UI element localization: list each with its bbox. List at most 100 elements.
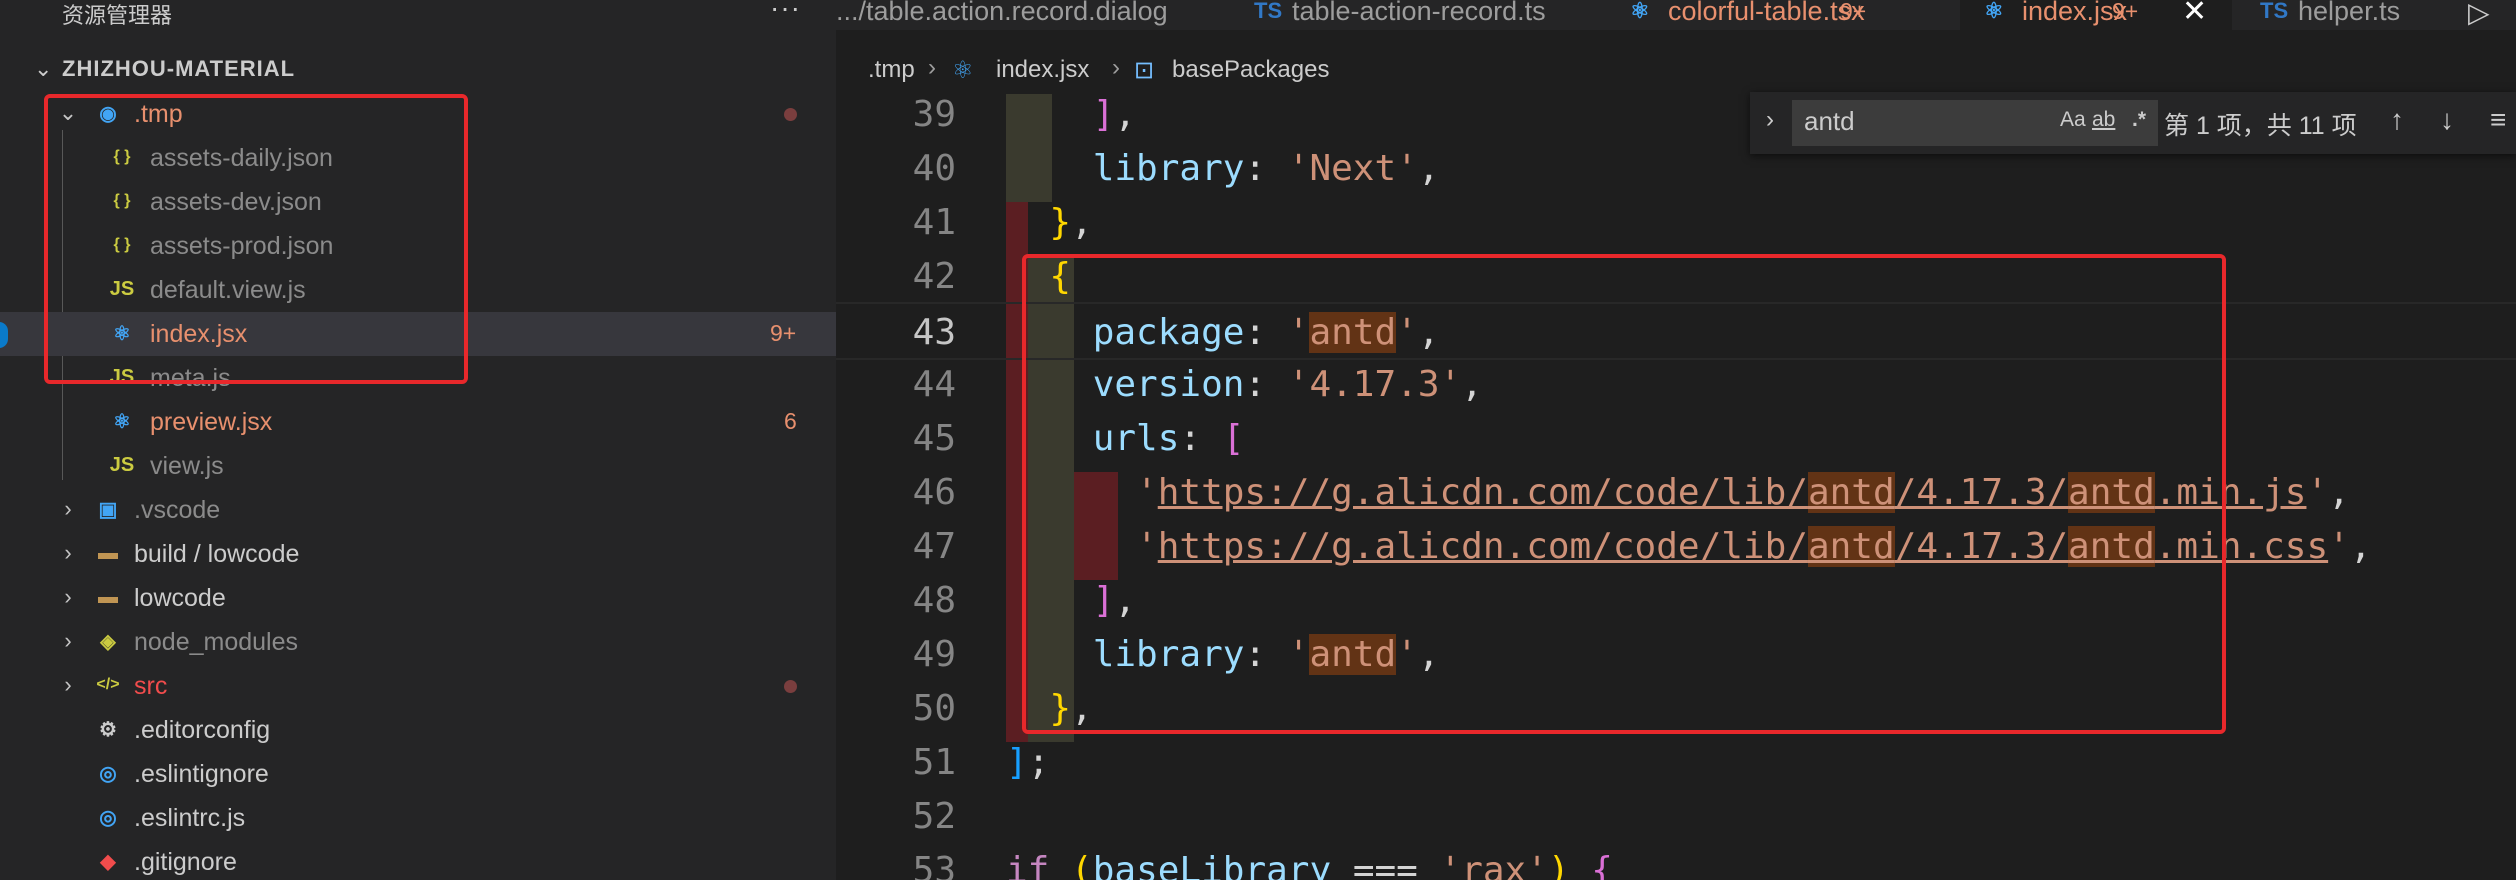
tree-item-label: .vscode <box>134 496 221 524</box>
react-icon: ⚛ <box>113 410 131 433</box>
tree-item-label: .gitignore <box>134 848 237 876</box>
tree-item-label: .eslintrc.js <box>134 804 246 832</box>
typescript-icon: TS <box>1254 0 1283 23</box>
match-count: 第 1 项，共 11 项 <box>2164 112 2357 140</box>
line-number: 49 <box>912 634 956 675</box>
explorer-sidebar: 资源管理器 ··· ⌄ ZHIZHOU-MATERIAL ⌄ ◉ .tmp{ } as… <box>0 0 836 880</box>
breadcrumb-separator: › <box>928 54 936 81</box>
next-match-icon[interactable]: ↓ <box>2440 104 2454 136</box>
code-line[interactable]: 53 if (baseLibrary === 'rax') { <box>836 842 2516 880</box>
breadcrumb-folder[interactable]: .tmp <box>868 56 915 84</box>
tree-item[interactable]: ◎ .eslintignore <box>0 752 836 796</box>
tab-bar: .../table.action.record.dialog TS table-ac… <box>836 0 2516 30</box>
find-menu-icon[interactable]: ≡ <box>2490 104 2506 136</box>
chevron-right-icon: › <box>64 672 72 697</box>
tree-item[interactable]: › </> src <box>0 664 836 708</box>
tab-label: .../table.action.record.dialog <box>836 0 1168 26</box>
breadcrumb-file[interactable]: index.jsx <box>996 56 1089 84</box>
tree-item[interactable]: ⚛ preview.jsx 6 <box>0 400 836 444</box>
code-line[interactable]: 41 }, <box>836 194 2516 248</box>
more-actions-icon[interactable]: ··· <box>770 0 801 24</box>
react-icon: ⚛ <box>1984 0 2004 23</box>
breadcrumb-symbol[interactable]: basePackages <box>1172 56 1329 84</box>
code-text: }, <box>1049 202 1093 243</box>
tree-item-label: lowcode <box>134 584 226 612</box>
typescript-icon: TS <box>2260 0 2289 23</box>
whole-word-toggle[interactable]: ab <box>2092 108 2115 132</box>
folder-icon: ▬ <box>98 541 118 564</box>
tree-item[interactable]: JS view.js <box>0 444 836 488</box>
react-icon: ⚛ <box>952 57 974 84</box>
highlight-box-tmp-folder <box>44 94 468 384</box>
explorer-header: 资源管理器 ··· <box>0 0 836 30</box>
tree-item-label: .editorconfig <box>134 716 271 744</box>
editor-tab[interactable]: .../table.action.record.dialog <box>836 0 1226 30</box>
explorer-title: 资源管理器 <box>62 3 173 28</box>
modified-dot <box>784 108 797 121</box>
tree-item[interactable]: ⚙ .editorconfig <box>0 708 836 752</box>
highlight-box-antd-package <box>1022 254 2226 734</box>
toggle-replace-icon[interactable]: › <box>1766 106 1774 134</box>
editor-tab[interactable]: TS table-action-record.ts <box>1230 0 1602 30</box>
editor-tab[interactable]: TS helper.ts <box>2236 0 2446 30</box>
code-line[interactable]: 52 <box>836 788 2516 842</box>
code-text: ], <box>1092 94 1137 135</box>
tree-item-label: build / lowcode <box>134 540 300 568</box>
code-text: library: 'Next', <box>1092 148 1440 189</box>
line-number: 41 <box>912 202 956 243</box>
js-icon: JS <box>109 453 135 476</box>
tree-item-label: view.js <box>150 452 224 480</box>
previous-match-icon[interactable]: ↑ <box>2390 104 2404 136</box>
tab-label: colorful-table.tsx <box>1668 0 1865 26</box>
line-number: 53 <box>912 850 956 880</box>
line-number: 44 <box>912 364 956 405</box>
tree-item[interactable]: › ▬ build / lowcode <box>0 532 836 576</box>
problem-count-badge: 9+ <box>770 320 797 346</box>
line-number: 40 <box>912 148 956 189</box>
tree-item[interactable]: › ◈ node_modules <box>0 620 836 664</box>
workspace-root[interactable]: ⌄ ZHIZHOU-MATERIAL <box>0 52 836 88</box>
tab-label: helper.ts <box>2298 0 2401 26</box>
modified-dot <box>784 680 797 693</box>
line-number: 50 <box>912 688 956 729</box>
tab-problem-badge: 9+ <box>2112 0 2139 24</box>
run-icon[interactable]: ▷ <box>2468 0 2490 29</box>
editor-tab[interactable]: ⚛ index.jsx 9+ ✕ <box>1960 0 2232 30</box>
workspace-root-label: ZHIZHOU-MATERIAL <box>62 56 296 81</box>
editor-tab[interactable]: ⚛ colorful-table.tsx 9+ <box>1606 0 1956 30</box>
breadcrumb-separator: › <box>1112 54 1120 81</box>
tree-item-label: node_modules <box>134 628 299 656</box>
tree-item[interactable]: › ▣ .vscode <box>0 488 836 532</box>
code-text: if (baseLibrary === 'rax') { <box>1006 850 1613 880</box>
chevron-right-icon: › <box>64 496 72 521</box>
tree-item-label: .eslintignore <box>134 760 269 788</box>
tree-item[interactable]: › ▬ lowcode <box>0 576 836 620</box>
code-text: ]; <box>1006 742 1050 783</box>
chevron-right-icon: › <box>64 540 72 565</box>
editor-area: .../table.action.record.dialog TS table-ac… <box>836 0 2516 880</box>
chevron-right-icon: › <box>64 584 72 609</box>
close-tab-icon[interactable]: ✕ <box>2182 0 2207 29</box>
tab-problem-badge: 9+ <box>1840 0 1867 24</box>
line-number: 43 <box>912 312 956 353</box>
problem-count-badge: 6 <box>784 408 797 434</box>
line-number: 39 <box>912 94 956 135</box>
find-query[interactable]: antd <box>1804 106 1855 137</box>
git-icon: ◆ <box>100 850 116 873</box>
code-line[interactable]: 51]; <box>836 734 2516 788</box>
folder-node-icon: ◈ <box>100 630 116 653</box>
line-number: 47 <box>912 526 956 567</box>
folder-icon: ▬ <box>98 585 118 608</box>
tree-item[interactable]: ◎ .eslintrc.js <box>0 796 836 840</box>
line-number: 45 <box>912 418 956 459</box>
regex-toggle[interactable]: .* <box>2132 108 2146 132</box>
editorconfig-icon: ⚙ <box>99 718 117 741</box>
folder-vscode-icon: ▣ <box>98 498 118 521</box>
tab-label: table-action-record.ts <box>1292 0 1546 26</box>
chevron-right-icon: › <box>64 628 72 653</box>
match-case-toggle[interactable]: Aa <box>2060 108 2086 132</box>
find-widget: › antd Aa ab .* 第 1 项，共 11 项 ↑ ↓ ≡ <box>1750 92 2516 154</box>
tree-item-label: preview.jsx <box>150 408 273 436</box>
line-number: 42 <box>912 256 956 297</box>
tree-item[interactable]: ◆ .gitignore <box>0 840 836 880</box>
